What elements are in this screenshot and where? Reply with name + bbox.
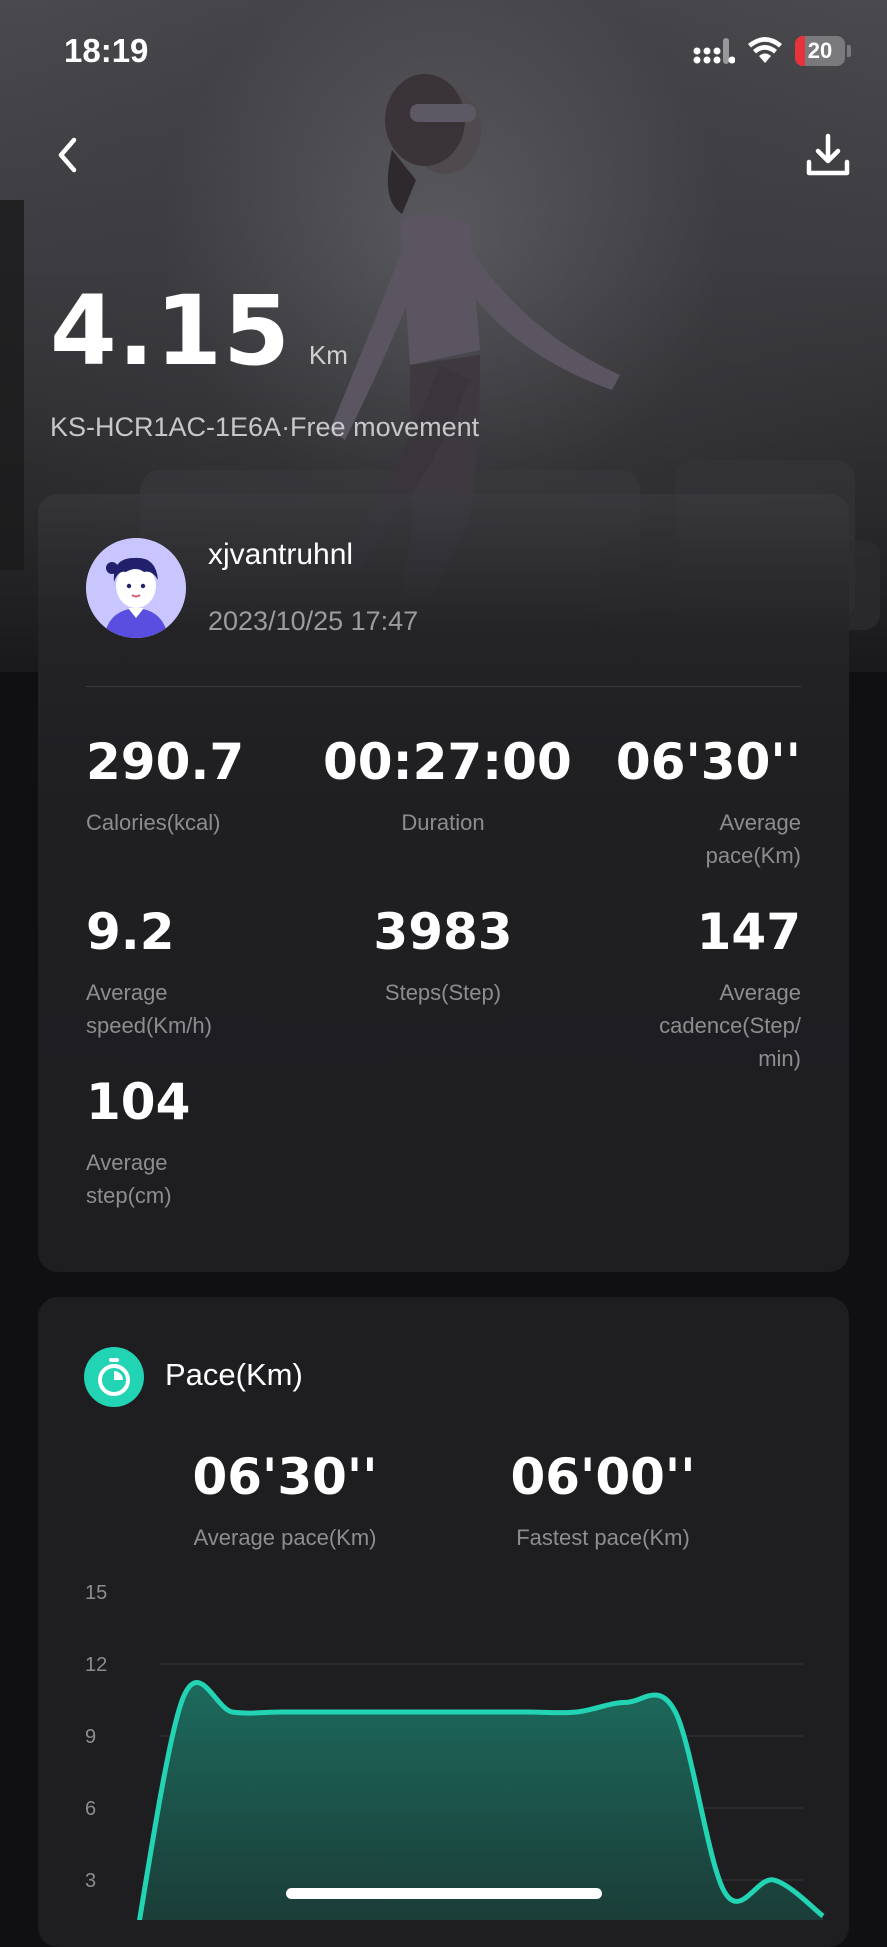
pace-title: Pace(Km) <box>165 1357 303 1392</box>
y-tick-label: 6 <box>85 1798 96 1820</box>
workout-datetime: 2023/10/25 17:47 <box>208 606 419 636</box>
fastest-pace-value: 06'00'' <box>510 1448 696 1506</box>
stat-value: 3983 <box>373 903 513 961</box>
distance-value: 4.15 <box>50 275 291 387</box>
cellular-signal-icon <box>693 38 735 64</box>
y-tick-label: 12 <box>85 1654 107 1676</box>
user-avatar-icon <box>86 538 186 638</box>
stat-value: 147 <box>696 903 801 961</box>
stat-calories: 290.7 Calories(kcal) <box>86 732 326 839</box>
average-pace-value: 06'30'' <box>192 1448 378 1506</box>
stopwatch-icon <box>98 1358 130 1396</box>
stat-duration: 00:27:00 Duration <box>323 732 572 839</box>
wifi-icon <box>748 37 782 63</box>
distance-summary: 4.15 Km <box>50 275 348 387</box>
distance-unit: Km <box>308 340 348 370</box>
username: xjvantruhnl <box>208 538 354 571</box>
stat-value: 9.2 <box>86 903 175 961</box>
status-bar: 18:19 20 <box>0 0 887 110</box>
y-tick-label: 3 <box>85 1870 96 1892</box>
stat-label: Average step(cm) <box>86 1150 172 1208</box>
home-indicator <box>286 1888 602 1899</box>
stat-average-step: 104 Average step(cm) <box>86 1072 326 1212</box>
stat-average-pace: 06'30'' Average pace(Km) <box>561 732 801 872</box>
stat-average-cadence: 147 Average cadence(Step/ min) <box>561 902 801 1075</box>
divider <box>86 686 801 687</box>
stat-label: Average speed(Km/h) <box>86 980 212 1038</box>
average-pace-stat: 06'30'' Average pace(Km) <box>135 1447 435 1551</box>
status-icons: 20 <box>693 36 851 66</box>
stat-label: Steps(Step) <box>384 980 502 1005</box>
battery-indicator: 20 <box>795 36 845 66</box>
download-button[interactable] <box>803 130 853 180</box>
stat-value: 290.7 <box>86 733 245 791</box>
pace-icon-badge <box>84 1347 144 1407</box>
y-tick-label: 9 <box>85 1726 96 1748</box>
stat-value: 104 <box>86 1073 191 1131</box>
stat-label: Average cadence(Step/ min) <box>659 980 801 1071</box>
chevron-left-icon <box>58 137 77 173</box>
battery-level: 20 <box>807 38 833 63</box>
battery-tip <box>847 45 851 57</box>
status-time: 18:19 <box>64 32 149 69</box>
average-pace-label: Average pace(Km) <box>193 1525 377 1550</box>
stat-label: Average pace(Km) <box>705 810 801 868</box>
stat-value: 06'30'' <box>615 733 801 791</box>
y-tick-label: 15 <box>85 1582 107 1604</box>
device-mode-subtitle: KS-HCR1AC-1E6A·Free movement <box>50 412 480 442</box>
stat-label: Duration <box>401 810 485 835</box>
workout-summary-card: xjvantruhnl 2023/10/25 17:47 290.7 Calor… <box>38 494 849 1272</box>
battery-fill <box>795 36 805 66</box>
pace-chart: 15 12 9 6 3 <box>85 1582 825 1920</box>
stat-steps: 3983 Steps(Step) <box>323 902 563 1009</box>
fastest-pace-stat: 06'00'' Fastest pace(Km) <box>453 1447 753 1551</box>
stat-label: Calories(kcal) <box>86 810 221 835</box>
download-icon <box>806 133 850 176</box>
stat-average-speed: 9.2 Average speed(Km/h) <box>86 902 326 1042</box>
back-button[interactable] <box>48 130 88 180</box>
stat-value: 00:27:00 <box>323 733 572 791</box>
fastest-pace-label: Fastest pace(Km) <box>516 1525 690 1550</box>
avatar <box>86 538 186 638</box>
